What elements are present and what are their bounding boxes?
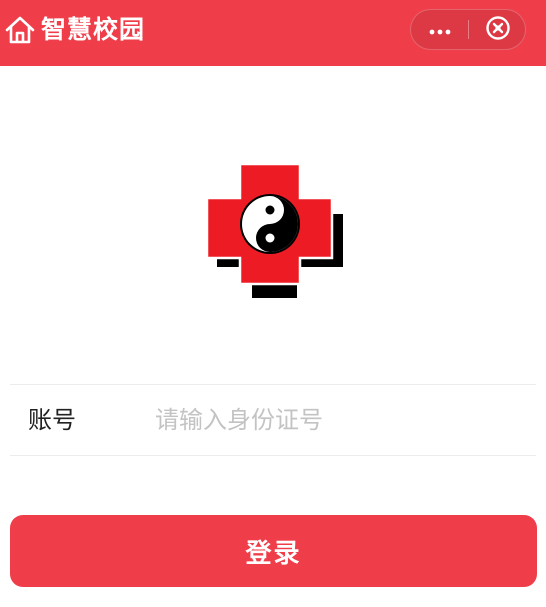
more-dots-icon <box>429 20 451 39</box>
id-number-input[interactable] <box>155 402 525 438</box>
login-button[interactable]: 登录 <box>10 515 537 587</box>
school-logo <box>205 162 345 301</box>
close-circle-icon <box>485 15 511 45</box>
home-icon[interactable] <box>4 14 36 46</box>
form-divider-top <box>10 384 536 385</box>
form-divider-bottom <box>10 455 536 456</box>
page-title: 智慧校园 <box>41 15 146 44</box>
more-button[interactable] <box>411 10 468 49</box>
account-label: 账号 <box>28 406 76 434</box>
mini-program-capsule <box>410 9 526 50</box>
title-bar: 智慧校园 <box>0 0 546 66</box>
close-button[interactable] <box>469 10 526 49</box>
